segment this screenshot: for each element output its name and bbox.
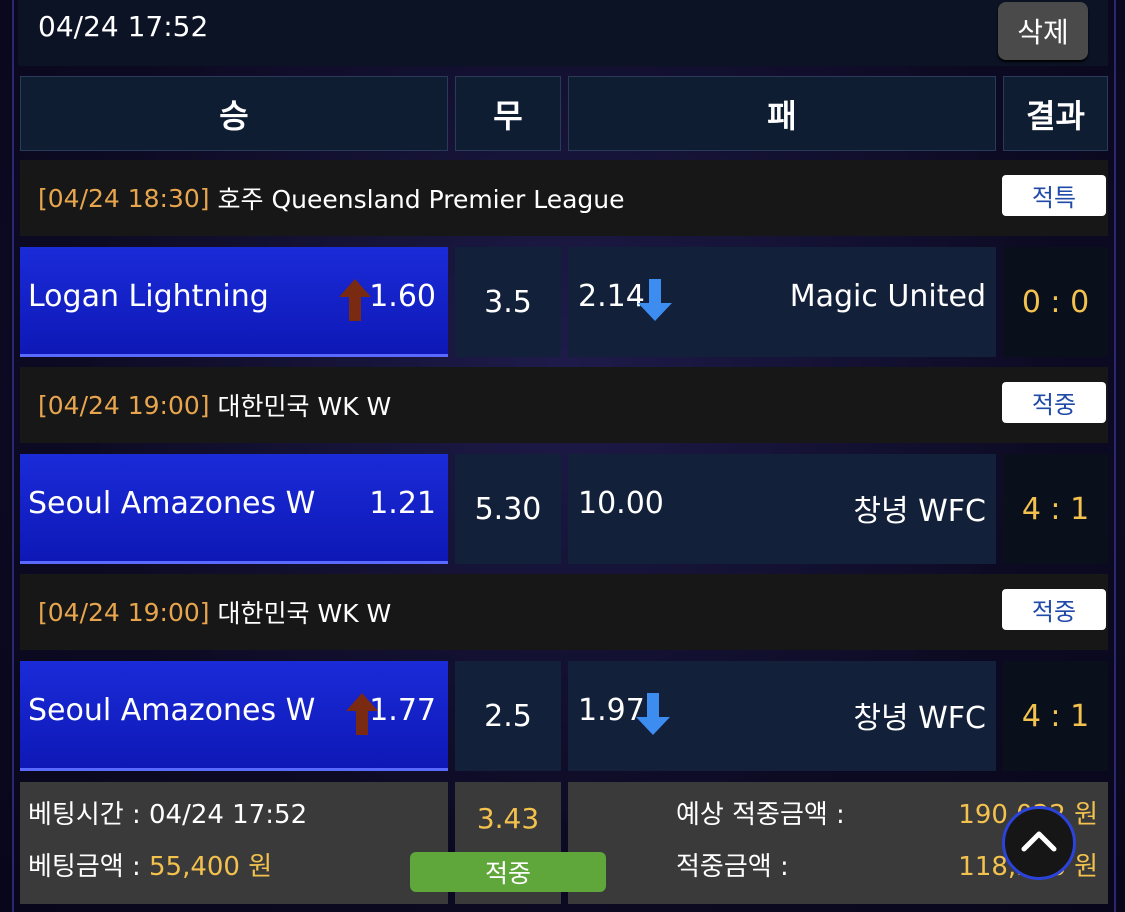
draw-odd-cell[interactable]: 2.5 xyxy=(455,661,561,771)
match-score: 4 : 1 xyxy=(1003,661,1108,771)
column-draw: 무 xyxy=(455,76,561,151)
result-status-button[interactable]: 적중 xyxy=(410,852,606,892)
home-odd: 1.21 xyxy=(369,486,436,521)
home-odd: 1.77 xyxy=(369,693,436,728)
bet-time: 04/24 17:52 xyxy=(148,800,308,830)
draw-odd-cell[interactable]: 5.30 xyxy=(455,454,561,564)
match-score: 0 : 0 xyxy=(1003,247,1108,357)
league-row: [04/24 18:30] 호주 Queensland Premier Leag… xyxy=(20,160,1108,236)
slip-datetime: 04/24 17:52 xyxy=(38,10,209,43)
home-team: Logan Lightning xyxy=(28,279,269,314)
league-datetime: [04/24 18:30] xyxy=(38,183,210,213)
bet-time-row: 베팅시간 : 04/24 17:52 xyxy=(28,794,307,831)
league-name: 대한민국 WK W xyxy=(217,599,392,628)
odds-down-icon xyxy=(638,279,672,329)
league-datetime: [04/24 19:00] xyxy=(38,390,210,420)
league-datetime: [04/24 19:00] xyxy=(38,597,210,627)
league-name: 호주 Queensland Premier League xyxy=(217,185,625,214)
draw-odd: 3.5 xyxy=(484,284,532,320)
won-label: 적중금액 : xyxy=(676,852,789,882)
bet-summary: 베팅시간 : 04/24 17:52 베팅금액 : 55,400 원 xyxy=(20,782,448,904)
home-odd-cell[interactable]: Logan Lightning 1.60 xyxy=(20,247,448,357)
away-odd: 10.00 xyxy=(578,486,664,521)
draw-odd: 2.5 xyxy=(484,698,532,734)
league-row: [04/24 19:00] 대한민국 WK W 적중 xyxy=(20,574,1108,650)
away-odd: 1.97 xyxy=(578,693,645,728)
bet-time-label: 베팅시간 : xyxy=(28,800,141,830)
bet-amount-row: 베팅금액 : 55,400 원 xyxy=(28,846,272,883)
column-loss: 패 xyxy=(568,76,996,151)
chevron-up-icon xyxy=(1021,829,1057,857)
league-name: 대한민국 WK W xyxy=(217,392,392,421)
away-team: 창녕 WFC xyxy=(853,494,986,529)
away-odd-cell[interactable]: 2.14 Magic United xyxy=(568,247,996,357)
expected-label: 예상 적중금액 : xyxy=(676,800,845,830)
slip-header: 04/24 17:52 삭제 xyxy=(18,0,1108,66)
draw-odd-cell[interactable]: 3.5 xyxy=(455,247,561,357)
home-odd-cell[interactable]: Seoul Amazones W 1.21 xyxy=(20,454,448,564)
bet-amount-label: 베팅금액 : xyxy=(28,852,141,882)
away-team: Magic United xyxy=(789,279,986,314)
away-odd-cell[interactable]: 10.00 창녕 WFC xyxy=(568,454,996,564)
column-win: 승 xyxy=(20,76,448,151)
away-team: 창녕 WFC xyxy=(853,701,986,736)
total-odds: 3.43 xyxy=(476,802,540,835)
away-odd-cell[interactable]: 1.97 창녕 WFC xyxy=(568,661,996,771)
delete-button[interactable]: 삭제 xyxy=(998,2,1088,60)
match-score: 4 : 1 xyxy=(1003,454,1108,564)
scroll-top-button[interactable] xyxy=(1002,806,1076,880)
status-badge: 적특 xyxy=(1002,175,1106,216)
status-badge: 적중 xyxy=(1002,589,1106,630)
away-odd: 2.14 xyxy=(578,279,645,314)
home-odd-cell[interactable]: Seoul Amazones W 1.77 xyxy=(20,661,448,771)
odds-down-icon xyxy=(636,693,670,743)
odds-up-icon xyxy=(339,279,371,329)
column-result: 결과 xyxy=(1003,76,1108,151)
bet-amount: 55,400 원 xyxy=(148,852,273,882)
home-team: Seoul Amazones W xyxy=(28,486,316,521)
status-badge: 적중 xyxy=(1002,382,1106,423)
home-team: Seoul Amazones W xyxy=(28,693,316,728)
home-odd: 1.60 xyxy=(369,279,436,314)
league-row: [04/24 19:00] 대한민국 WK W 적중 xyxy=(20,367,1108,443)
draw-odd: 5.30 xyxy=(474,491,542,527)
